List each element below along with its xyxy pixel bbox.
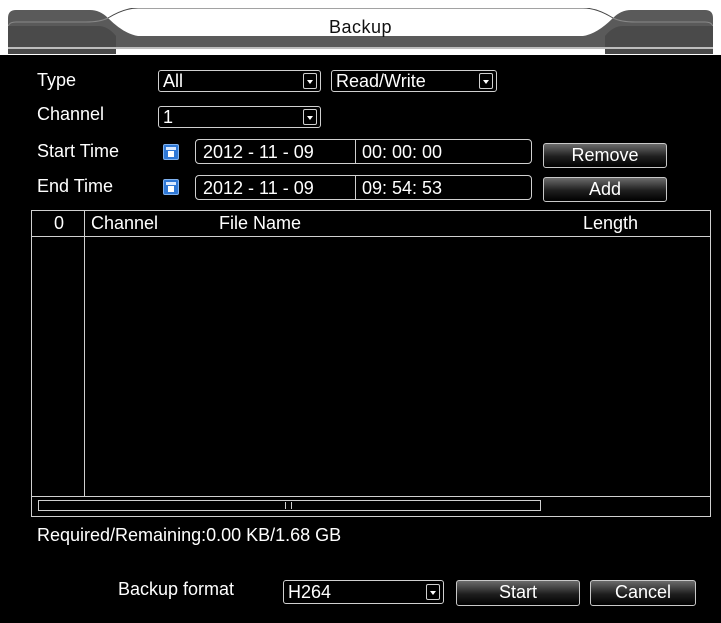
end-time-value[interactable]: 09: 54: 53 <box>362 177 442 199</box>
start-button[interactable]: Start <box>456 580 580 606</box>
header-divider <box>32 236 710 237</box>
start-date-value[interactable]: 2012 - 11 - 09 <box>203 141 314 163</box>
end-time-field[interactable]: 2012 - 11 - 09 09: 54: 53 <box>195 175 532 200</box>
start-time-value[interactable]: 00: 00: 00 <box>362 141 442 163</box>
column-divider <box>84 211 85 496</box>
field-separator <box>355 176 356 199</box>
start-time-field[interactable]: 2012 - 11 - 09 00: 00: 00 <box>195 139 532 164</box>
remove-button[interactable]: Remove <box>543 143 667 168</box>
column-header-channel[interactable]: Channel <box>91 212 158 234</box>
chevron-down-icon[interactable] <box>303 109 317 125</box>
calendar-icon[interactable] <box>163 144 179 160</box>
file-table[interactable]: 0 Channel File Name Length <box>31 210 711 517</box>
title-divider <box>8 47 713 49</box>
chevron-down-icon[interactable] <box>479 73 493 89</box>
column-header-file-name[interactable]: File Name <box>219 212 301 234</box>
end-time-label: End Time <box>37 176 114 196</box>
field-separator <box>355 140 356 163</box>
channel-label: Channel <box>37 104 105 124</box>
cancel-button[interactable]: Cancel <box>590 580 696 606</box>
start-time-label: Start Time <box>37 141 120 161</box>
backup-format-value: H264 <box>288 582 332 602</box>
column-header-length[interactable]: Length <box>583 212 638 234</box>
add-button[interactable]: Add <box>543 177 667 202</box>
channel-select-value: 1 <box>163 107 174 127</box>
horizontal-scrollbar[interactable] <box>38 500 541 511</box>
backup-format-label: Backup format <box>118 579 235 599</box>
type-label: Type <box>37 70 77 90</box>
title-bar: Backup <box>0 0 721 55</box>
scrollbar-thumb[interactable] <box>285 502 292 509</box>
column-header-index[interactable]: 0 <box>54 212 64 234</box>
calendar-icon[interactable] <box>163 179 179 195</box>
chevron-down-icon[interactable] <box>303 73 317 89</box>
end-date-value[interactable]: 2012 - 11 - 09 <box>203 177 314 199</box>
scroll-divider <box>32 496 710 497</box>
mode-select-value: Read/Write <box>336 71 426 91</box>
chevron-down-icon[interactable] <box>426 584 440 600</box>
type-select-value: All <box>163 71 184 91</box>
window-title: Backup <box>328 17 393 37</box>
backup-format-select[interactable]: H264 <box>283 580 444 604</box>
mode-select[interactable]: Read/Write <box>331 70 497 92</box>
required-remaining-text: Required/Remaining:0.00 KB/1.68 GB <box>37 525 342 545</box>
backup-window: Backup Type All Read/Write Channel 1 Sta… <box>0 0 721 623</box>
channel-select[interactable]: 1 <box>158 106 321 128</box>
type-select[interactable]: All <box>158 70 321 92</box>
